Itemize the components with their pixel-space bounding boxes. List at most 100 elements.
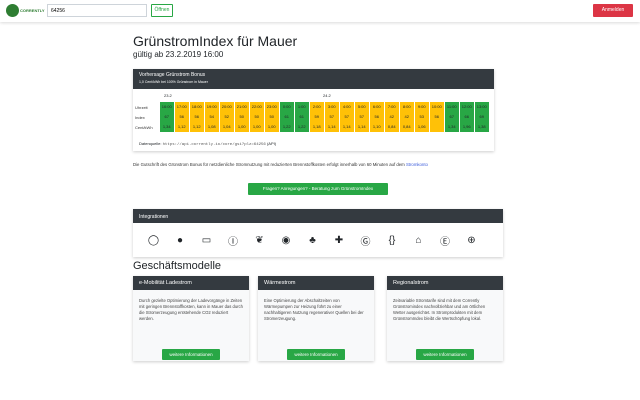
forecast-cell: 17:00 xyxy=(175,102,190,112)
smart-home-icon[interactable]: ⌂ xyxy=(408,230,429,251)
integrations-card: Integrationen ◯ ● ▭ Ⓘ ❦ ◉ ♣ ✚ Ⓖ {} ⌂ Ⓔ ⊕ xyxy=(133,209,503,257)
forecast-cell: 11:00 xyxy=(445,102,460,112)
forecast-cell: 1,96 xyxy=(460,122,475,132)
logo-text: CORRENTLY xyxy=(20,8,45,13)
stromkonto-link[interactable]: Stromkonto xyxy=(406,162,428,167)
forecast-row-label: Uhrzeit xyxy=(135,105,148,110)
forecast-row: Cent/kWh 1,34 1,12 1,12 1,08 1,04 1,00 1,00 1,00… xyxy=(133,122,494,132)
forecast-cell: 50 xyxy=(265,112,280,122)
datasource-url[interactable]: https://api.corrently.io/core/gsi?plz=64… xyxy=(163,143,266,147)
forecast-cell: 22:00 xyxy=(250,102,265,112)
more-info-button[interactable]: weitere Informationen xyxy=(162,349,220,360)
forecast-cell: 13:00 xyxy=(475,102,490,112)
forecast-cell: 1,04 xyxy=(220,122,235,132)
more-info-button[interactable]: weitere Informationen xyxy=(287,349,345,360)
chrome-icon[interactable]: ◉ xyxy=(276,230,297,251)
openhab-icon[interactable]: Ⓔ xyxy=(435,230,456,251)
forecast-cell: 1,22 xyxy=(280,122,295,132)
forecast-cell: 67 xyxy=(445,112,460,122)
card-body: Eine Optimierung der Abschaltzeiten von … xyxy=(264,298,364,321)
ifttt-icon[interactable]: ▭ xyxy=(196,230,217,251)
forecast-card: Vorhersage Grünstrom Bonus 1,0 Cent/kWh … xyxy=(133,69,494,151)
login-button[interactable]: Anmelden xyxy=(593,4,633,17)
open-button[interactable]: Öffnen xyxy=(151,4,173,17)
forecast-cell: 1,06 xyxy=(415,122,430,132)
logo-icon xyxy=(6,4,19,17)
forecast-cell: 56 xyxy=(430,112,445,122)
forecast-cell: 0,84 xyxy=(400,122,415,132)
forecast-cell: 53 xyxy=(415,112,430,122)
forecast-row-label: Cent/kWh xyxy=(135,125,153,130)
card-title: Regionalstrom xyxy=(387,276,503,290)
piggy-bank-icon[interactable]: ♣ xyxy=(302,230,323,251)
feedback-button[interactable]: Fragen? Anregungen? - Beratung zum Grüns… xyxy=(248,183,388,195)
forecast-cell: 21:00 xyxy=(235,102,250,112)
forecast-cell: 57 xyxy=(325,112,340,122)
forecast-cell: 2:00 xyxy=(310,102,325,112)
forecast-cell: 1,12 xyxy=(175,122,190,132)
forecast-header: Vorhersage Grünstrom Bonus 1,0 Cent/kWh … xyxy=(133,69,494,89)
forecast-cell: 56 xyxy=(175,112,190,122)
forecast-cell: 1,12 xyxy=(190,122,205,132)
card-title: e-Mobilität Ladestrom xyxy=(133,276,249,290)
forecast-cell: 1,00 xyxy=(250,122,265,132)
forecast-cell: 0,84 xyxy=(385,122,400,132)
card-title: Wärmestrom xyxy=(258,276,374,290)
date-label-2: 24.2 xyxy=(323,93,331,98)
page-title: GrünstromIndex für Mauer xyxy=(133,33,298,49)
forecast-cell: 50 xyxy=(250,112,265,122)
forecast-cell: 52 xyxy=(220,112,235,122)
forecast-cell: 1,34 xyxy=(445,122,460,132)
navbar: CORRENTLY Öffnen Anmelden xyxy=(0,0,640,22)
forecast-cell: 56 xyxy=(190,112,205,122)
forecast-cell: 1,08 xyxy=(205,122,220,132)
forecast-cell: 1,34 xyxy=(160,122,175,132)
forecast-cell: 66 xyxy=(460,112,475,122)
forecast-title: Vorhersage Grünstrom Bonus xyxy=(139,72,206,78)
forecast-cell: 18:00 xyxy=(190,102,205,112)
forecast-row-label: Index xyxy=(135,115,145,120)
alexa-icon[interactable]: ◯ xyxy=(143,230,164,251)
description: Die Gutschrift des Grünstrom Bonus für n… xyxy=(133,162,503,167)
forecast-cell: 42 xyxy=(385,112,400,122)
forecast-cell: 50 xyxy=(235,112,250,122)
datasource-api[interactable]: (API) xyxy=(267,141,276,146)
forecast-cell: 59 xyxy=(310,112,325,122)
forecast-cell: 61 xyxy=(280,112,295,122)
section-title: Geschäftsmodelle xyxy=(133,260,222,272)
forecast-cell: 1,38 xyxy=(475,122,490,132)
forecast-cell: 8:00 xyxy=(400,102,415,112)
zip-search-input[interactable] xyxy=(47,4,147,17)
code-icon[interactable]: {} xyxy=(382,230,403,251)
forecast-cell: 54 xyxy=(205,112,220,122)
forecast-cell: 16:00 xyxy=(160,102,175,112)
forecast-cell: 1:00 xyxy=(295,102,310,112)
forecast-cell xyxy=(430,122,445,132)
business-model-card: Regionalstrom Zeitvariable Stromtarife si… xyxy=(387,276,503,361)
forecast-cell: 1,10 xyxy=(370,122,385,132)
forecast-cell: 57 xyxy=(340,112,355,122)
date-label-1: 23.2 xyxy=(164,93,172,98)
forecast-cell: 1,18 xyxy=(310,122,325,132)
iobroker-icon[interactable]: Ⓘ xyxy=(223,230,244,251)
card-body: Zeitvariable Stromtarife sind mit dem Co… xyxy=(393,298,486,321)
more-info-button[interactable]: weitere Informationen xyxy=(416,349,474,360)
forecast-cell: 1,14 xyxy=(355,122,370,132)
forecast-cell: 57 xyxy=(355,112,370,122)
puzzle-icon[interactable]: ✚ xyxy=(329,230,350,251)
forecast-cell: 4:00 xyxy=(340,102,355,112)
corrently-logo[interactable]: CORRENTLY xyxy=(6,4,45,18)
forecast-cell: 3:00 xyxy=(325,102,340,112)
business-model-card: Wärmestrom Eine Optimierung der Abschaltz… xyxy=(258,276,374,361)
add-icon[interactable]: ⊕ xyxy=(461,230,482,251)
forecast-row: Index 67 56 56 54 52 50 50 50 61 61 59 57 57 57 56 42 42 5… xyxy=(133,112,494,122)
forecast-cell: 12:00 xyxy=(460,102,475,112)
node-red-icon[interactable]: ❦ xyxy=(249,230,270,251)
business-model-card: e-Mobilität Ladestrom Durch gezielte Opti… xyxy=(133,276,249,361)
integrations-header: Integrationen xyxy=(133,209,503,223)
forecast-cell: 56 xyxy=(370,112,385,122)
cortana-icon[interactable]: ● xyxy=(170,230,191,251)
page-subtitle: gültig ab 23.2.2019 16:00 xyxy=(133,50,224,59)
corrently-icon[interactable]: Ⓖ xyxy=(355,230,376,251)
forecast-cell: 69 xyxy=(475,112,490,122)
